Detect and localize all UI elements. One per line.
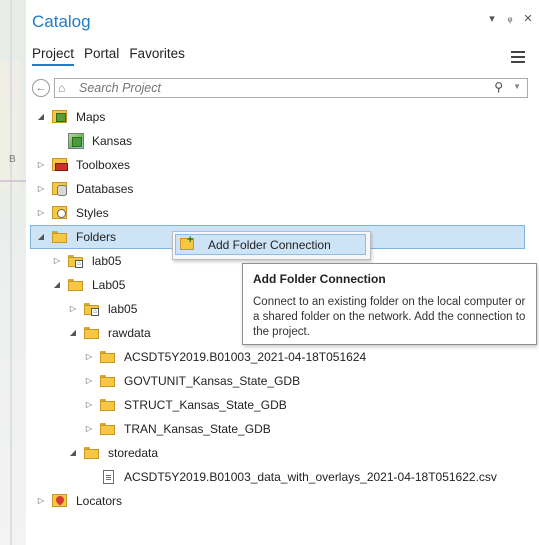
- tree-item-govtunit[interactable]: ▷ GOVTUNIT_Kansas_State_GDB: [26, 370, 539, 394]
- tree-item-toolboxes[interactable]: ▷ Toolboxes: [26, 154, 539, 178]
- tree-label: lab05: [108, 302, 138, 316]
- tooltip-body: Connect to an existing folder on the loc…: [253, 296, 526, 338]
- home-icon[interactable]: ⌂: [58, 81, 65, 95]
- catalog-tabs: Project Portal Favorites: [32, 46, 185, 66]
- tree-label: GOVTUNIT_Kansas_State_GDB: [124, 374, 301, 388]
- expanded-arrow-icon[interactable]: ◢: [68, 328, 78, 337]
- tree-item-databases[interactable]: ▷ Databases: [26, 178, 539, 202]
- close-icon[interactable]: ✕: [521, 12, 535, 25]
- context-menu: Add Folder Connection: [172, 231, 371, 260]
- expanded-arrow-icon[interactable]: ◢: [68, 448, 78, 457]
- folder-icon: [68, 279, 83, 291]
- collapsed-arrow-icon[interactable]: ▷: [84, 424, 94, 433]
- tab-favorites[interactable]: Favorites: [129, 46, 185, 66]
- folder-icon: [100, 351, 115, 363]
- tab-project[interactable]: Project: [32, 46, 75, 66]
- folder-icon: [52, 231, 67, 243]
- tree-item-tran[interactable]: ▷ TRAN_Kansas_State_GDB: [26, 418, 539, 442]
- search-box: ⌂ ⚲ ▼: [54, 78, 528, 98]
- folder-icon: [100, 375, 115, 387]
- collapsed-arrow-icon[interactable]: ▷: [36, 208, 46, 217]
- tree-item-styles[interactable]: ▷ Styles: [26, 202, 539, 226]
- map-label: B: [9, 154, 16, 165]
- search-icon[interactable]: ⚲: [494, 80, 503, 94]
- tree-item-storedata[interactable]: ◢ storedata: [26, 442, 539, 466]
- catalog-titlebar: Catalog ▾ ᵩ ✕: [26, 0, 539, 38]
- chevron-down-icon[interactable]: ▼: [513, 82, 521, 91]
- search-input[interactable]: [77, 79, 481, 97]
- tree-item-csv[interactable]: ACSDT5Y2019.B01003_data_with_overlays_20…: [26, 466, 539, 490]
- toolbox-icon: [52, 158, 68, 171]
- map-road: [10, 0, 12, 545]
- tree-label: Locators: [76, 494, 123, 508]
- folder-icon: [100, 423, 115, 435]
- tree-item-locators[interactable]: ▷ Locators: [26, 490, 539, 514]
- menu-icon[interactable]: [511, 48, 525, 66]
- tree-item-maps[interactable]: ◢ Maps: [26, 106, 539, 130]
- expanded-arrow-icon[interactable]: ◢: [36, 112, 46, 121]
- collapsed-arrow-icon[interactable]: ▷: [84, 400, 94, 409]
- map-icon: [68, 133, 84, 149]
- tree-label: Lab05: [92, 278, 126, 292]
- collapsed-arrow-icon[interactable]: ▷: [84, 352, 94, 361]
- folder-icon: [100, 399, 115, 411]
- map-view-edge[interactable]: B: [0, 0, 27, 545]
- tree-label: ACSDT5Y2019.B01003_2021-04-18T051624: [124, 350, 367, 364]
- maps-folder-icon: [52, 110, 67, 123]
- back-icon[interactable]: ←: [32, 79, 50, 97]
- tree-item-acs-folder[interactable]: ▷ ACSDT5Y2019.B01003_2021-04-18T051624: [26, 346, 539, 370]
- folder-connection-icon: ⌂: [84, 303, 99, 316]
- tree-label: STRUCT_Kansas_State_GDB: [124, 398, 287, 412]
- database-icon: [52, 182, 67, 196]
- map-boundary: [0, 180, 26, 182]
- pin-icon[interactable]: ᵩ: [503, 12, 517, 25]
- collapsed-arrow-icon[interactable]: ▷: [84, 376, 94, 385]
- tree-label: storedata: [108, 446, 159, 460]
- search-row: ← ⌂ ⚲ ▼: [30, 78, 530, 98]
- pane-title: Catalog: [32, 12, 91, 31]
- file-icon: [103, 470, 114, 484]
- folder-icon: [84, 327, 99, 339]
- tooltip: Add Folder Connection Connect to an exis…: [242, 263, 537, 345]
- tab-portal[interactable]: Portal: [84, 46, 119, 66]
- tree-label: Toolboxes: [76, 158, 131, 172]
- collapsed-arrow-icon[interactable]: ▷: [36, 496, 46, 505]
- tree-label: Folders: [76, 230, 117, 244]
- title-buttons: ▾ ᵩ ✕: [485, 12, 535, 25]
- expanded-arrow-icon[interactable]: ◢: [36, 232, 46, 241]
- collapsed-arrow-icon[interactable]: ▷: [36, 160, 46, 169]
- catalog-pane: Catalog ▾ ᵩ ✕ Project Portal Favorites ←…: [26, 0, 539, 545]
- expanded-arrow-icon[interactable]: ◢: [52, 280, 62, 289]
- tree-item-kansas[interactable]: Kansas: [26, 130, 539, 154]
- folder-connection-icon: ⌂: [68, 255, 83, 268]
- collapsed-arrow-icon[interactable]: ▷: [68, 304, 78, 313]
- tree-label: Databases: [76, 182, 134, 196]
- add-folder-connection-menu-item[interactable]: Add Folder Connection: [175, 234, 366, 255]
- add-folder-icon: [180, 234, 194, 250]
- collapsed-arrow-icon[interactable]: ▷: [52, 256, 62, 265]
- folder-icon: [84, 447, 99, 459]
- tooltip-title: Add Folder Connection: [253, 272, 386, 286]
- tree-label: TRAN_Kansas_State_GDB: [124, 422, 271, 436]
- pane-options-icon[interactable]: ▾: [485, 12, 499, 25]
- menu-item-label: Add Folder Connection: [208, 238, 331, 252]
- tree-label: Styles: [76, 206, 109, 220]
- collapsed-arrow-icon[interactable]: ▷: [36, 184, 46, 193]
- tree-label: Kansas: [92, 134, 133, 148]
- styles-icon: [52, 206, 67, 219]
- locator-icon: [52, 494, 67, 507]
- tree-label: lab05: [92, 254, 122, 268]
- tree-label: ACSDT5Y2019.B01003_data_with_overlays_20…: [124, 470, 497, 484]
- tree-label: Maps: [76, 110, 106, 124]
- tree-item-struct[interactable]: ▷ STRUCT_Kansas_State_GDB: [26, 394, 539, 418]
- tree-label: rawdata: [108, 326, 151, 340]
